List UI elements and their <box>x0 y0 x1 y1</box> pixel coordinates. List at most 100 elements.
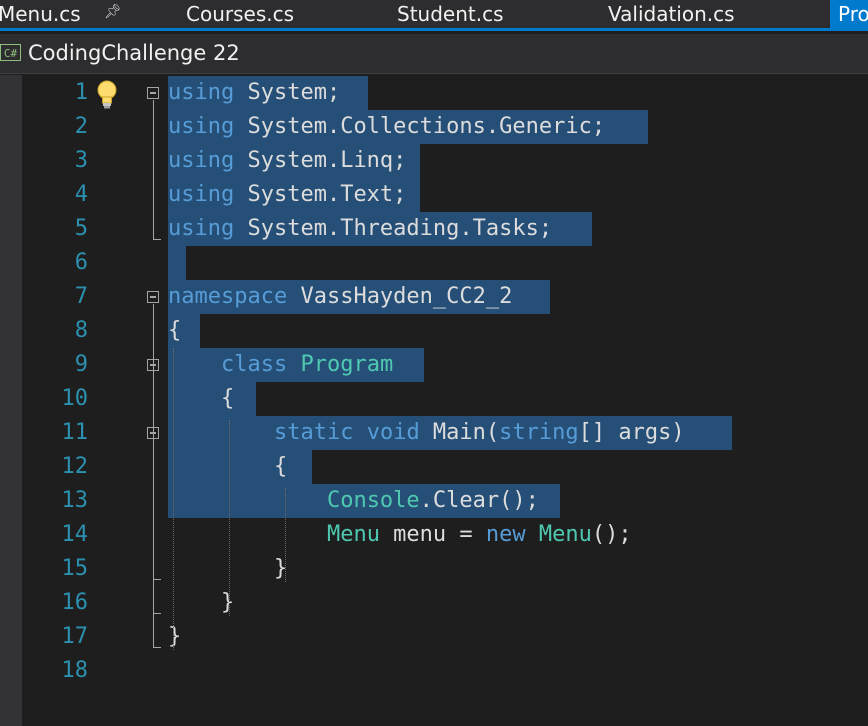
code-token: System.Threading.Tasks; <box>234 216 553 241</box>
code-line: } <box>168 552 287 586</box>
code-line: { <box>168 450 287 484</box>
line-number: 2 <box>74 114 88 139</box>
code-token: .Clear(); <box>419 488 539 513</box>
line-number: 12 <box>61 454 89 479</box>
line-number: 18 <box>61 658 89 683</box>
outline-line <box>153 304 154 647</box>
code-token: Menu <box>538 522 592 547</box>
pin-icon[interactable]: 📌︎ <box>104 4 122 20</box>
code-token: Console <box>326 488 420 513</box>
code-token: static <box>273 420 354 445</box>
outline-line <box>153 613 161 614</box>
code-token: menu = <box>379 522 486 547</box>
outline-line <box>153 100 154 239</box>
indent-guide <box>229 420 230 616</box>
code-line: } <box>168 586 234 620</box>
tab-courses-cs[interactable]: Courses.cs <box>186 0 294 28</box>
outline-line <box>153 647 161 648</box>
document-tab-bar: Menu.cs 📌︎ Courses.cs Student.cs Validat… <box>0 0 868 31</box>
code-token: { <box>168 454 288 479</box>
tab-label: Menu.cs <box>0 2 81 26</box>
code-line: namespace VassHayden_CC2_2 <box>168 280 512 314</box>
tab-label: Pro <box>838 2 868 26</box>
code-token: using <box>168 216 235 241</box>
code-token: Main( <box>419 420 500 445</box>
line-number: 6 <box>74 250 88 275</box>
line-number: 5 <box>74 216 88 241</box>
code-line: using System.Collections.Generic; <box>168 110 605 144</box>
code-line: using System.Threading.Tasks; <box>168 212 552 246</box>
code-token: using <box>168 148 235 173</box>
line-number: 14 <box>61 522 89 547</box>
code-line: using System; <box>168 76 340 110</box>
indent-guide <box>285 488 286 582</box>
navigation-bar: C# CodingChallenge 22 <box>0 34 868 74</box>
tab-label: Courses.cs <box>186 2 295 26</box>
code-token: using <box>168 80 235 105</box>
code-token: { <box>168 386 235 411</box>
line-number: 11 <box>61 420 89 445</box>
line-number: 1 <box>74 80 88 105</box>
code-line: Console.Clear(); <box>168 484 539 518</box>
code-line: class Program <box>168 348 393 382</box>
code-token: } <box>168 556 288 581</box>
csharp-project-icon: C# <box>0 44 21 61</box>
tab-label: Validation.cs <box>608 2 735 26</box>
line-number: 17 <box>61 624 89 649</box>
tab-menu-cs[interactable]: Menu.cs <box>0 0 81 28</box>
code-token: using <box>168 114 235 139</box>
code-token: (); <box>591 522 632 547</box>
collapse-toggle-icon[interactable] <box>147 87 159 99</box>
code-token: class <box>220 352 288 377</box>
code-line: { <box>168 382 234 416</box>
outline-line <box>153 239 161 240</box>
line-number: 8 <box>74 318 88 343</box>
code-token: { <box>168 318 182 343</box>
code-token: System.Linq; <box>234 148 407 173</box>
code-line: static void Main(string[] args) <box>168 416 685 450</box>
line-number: 7 <box>74 284 88 309</box>
line-number: 9 <box>74 352 88 377</box>
project-dropdown[interactable]: CodingChallenge 22 <box>28 41 240 65</box>
code-line: Menu menu = new Menu(); <box>168 518 632 552</box>
code-token: new <box>485 522 526 547</box>
line-number: 13 <box>61 488 89 513</box>
code-line: { <box>168 314 181 348</box>
code-token: Program <box>300 352 394 377</box>
line-number: 15 <box>61 556 89 581</box>
code-editor[interactable]: 1 2 3 4 5 6 7 8 9 10 11 12 13 14 15 16 17 18 using System;… <box>22 75 868 726</box>
line-number: 16 <box>61 590 89 615</box>
tab-student-cs[interactable]: Student.cs <box>397 0 504 28</box>
code-token: } <box>168 590 235 615</box>
code-line: using System.Linq; <box>168 144 406 178</box>
code-token: System.Collections.Generic; <box>234 114 606 139</box>
code-token: System.Text; <box>234 182 407 207</box>
collapse-toggle-icon[interactable] <box>147 291 159 303</box>
line-number: 10 <box>61 386 89 411</box>
code-line: } <box>168 620 181 654</box>
code-token: string <box>499 420 579 445</box>
tab-program-cs[interactable]: Pro <box>830 0 868 28</box>
selection-highlight <box>168 246 186 280</box>
code-token: using <box>168 182 235 207</box>
outline-line <box>153 579 161 580</box>
code-token: System; <box>234 80 341 105</box>
code-token: Menu <box>326 522 380 547</box>
code-token: namespace <box>168 284 288 309</box>
line-number: 3 <box>74 148 88 173</box>
code-token: void <box>366 420 420 445</box>
lightbulb-icon[interactable] <box>96 80 118 110</box>
code-token: VassHayden_CC2_2 <box>287 284 513 309</box>
code-line: using System.Text; <box>168 178 406 212</box>
tab-validation-cs[interactable]: Validation.cs <box>608 0 735 28</box>
code-token: } <box>168 624 182 649</box>
line-number: 4 <box>74 182 88 207</box>
tab-label: Student.cs <box>397 2 504 26</box>
code-token: [] args) <box>578 420 685 445</box>
